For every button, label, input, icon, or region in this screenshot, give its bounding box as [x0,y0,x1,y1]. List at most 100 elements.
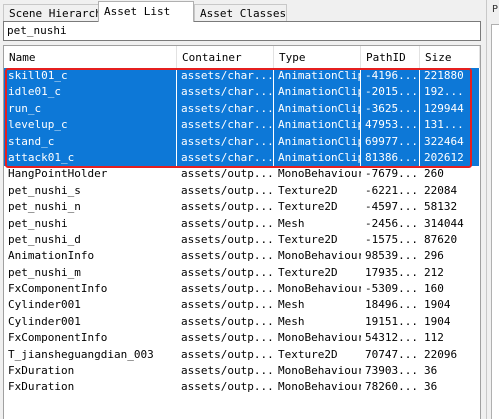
cell-container: assets/outp... [181,380,274,394]
cell-name: FxDuration [8,380,75,394]
cell-container: assets/outp... [181,167,274,181]
cell-container: assets/char... [177,117,274,134]
cell-type: AnimationClip [274,149,361,167]
table-row[interactable]: run_c assets/char... AnimationClip -3625...… [4,100,480,118]
cell-container: assets/char... [177,68,274,85]
table-row[interactable]: FxDuration assets/outp... MonoBehaviour 739… [4,363,480,379]
cell-type: Mesh [278,314,305,328]
table-row[interactable]: FxDuration assets/outp... MonoBehaviour 782… [4,379,480,395]
cell-container: assets/outp... [181,183,274,197]
cell-name: idle01_c [4,84,177,101]
cell-container: assets/outp... [181,314,274,328]
cell-size: 129944 [420,100,480,118]
side-panel-label: P [492,4,499,15]
cell-name: AnimationInfo [8,249,95,263]
cell-name: skill01_c [4,68,177,85]
cell-container: assets/outp... [181,331,274,345]
cell-size: 22096 [424,347,458,361]
table-row[interactable]: skill01_c assets/char... AnimationClip -419… [4,68,480,85]
cell-pathid: -4196... [361,68,420,85]
column-header-type[interactable]: Type [274,46,361,68]
cell-type: Texture2D [278,347,338,361]
cell-type: Texture2D [278,265,338,279]
table-row[interactable]: levelup_c assets/char... AnimationClip 4795… [4,117,480,134]
table-row[interactable]: FxComponentInfo assets/outp... MonoBehavio… [4,330,480,346]
cell-type: Texture2D [278,232,338,246]
cell-pathid: 18496... [365,298,418,312]
cell-pathid: 17935... [365,265,418,279]
table-row[interactable]: AnimationInfo assets/outp... MonoBehaviour… [4,248,480,264]
cell-type: AnimationClip [274,100,361,118]
cell-type: AnimationClip [274,84,361,101]
cell-name: pet_nushi_d [8,232,81,246]
cell-pathid: -2456... [365,216,418,230]
column-header-pathid[interactable]: PathID [361,46,420,68]
cell-container: assets/outp... [181,298,274,312]
cell-name: FxComponentInfo [8,331,108,345]
cell-name: stand_c [4,133,177,150]
tab-scene-hierarchy[interactable]: Scene Hierarchy [3,4,108,22]
cell-name: pet_nushi_s [8,183,81,197]
cell-container: assets/char... [177,149,274,167]
table-row[interactable]: pet_nushi_s assets/outp... Texture2D -6221.… [4,183,480,199]
column-header-size[interactable]: Size [420,46,480,68]
table-row[interactable]: HangPointHolder assets/outp... MonoBehavio… [4,166,480,182]
cell-pathid: 98539... [365,249,418,263]
cell-size: 87620 [424,232,458,246]
cell-type: Texture2D [278,200,338,214]
table-row[interactable]: pet_nushi_m assets/outp... Texture2D 17935.… [4,265,480,281]
cell-size: 36 [424,364,438,378]
cell-name: HangPointHolder [8,167,108,181]
table-row[interactable]: idle01_c assets/char... AnimationClip -2015… [4,84,480,101]
cell-container: assets/outp... [181,265,274,279]
table-row[interactable]: attack01_c assets/char... AnimationClip 813… [4,149,480,167]
cell-type: MonoBehaviour [278,380,361,394]
cell-name: pet_nushi_n [8,200,81,214]
table-row[interactable]: FxComponentInfo assets/outp... MonoBehavio… [4,281,480,297]
table-row[interactable]: pet_nushi assets/outp... Mesh -2456... 31404… [4,216,480,232]
cell-pathid: 78260... [365,380,418,394]
column-header-name[interactable]: Name [4,46,177,68]
search-input[interactable]: pet_nushi [3,21,481,41]
cell-pathid: 69977... [361,133,420,150]
cell-size: 314044 [424,216,464,230]
table-row[interactable]: Cylinder001 assets/outp... Mesh 18496... 190… [4,297,480,313]
cell-type: MonoBehaviour [278,364,361,378]
table-body: skill01_c assets/char... AnimationClip -419… [4,68,480,396]
cell-size: 131... [420,117,480,134]
cell-name: FxComponentInfo [8,282,108,296]
table-row[interactable]: T_jiansheguangdian_003 assets/outp... Text… [4,347,480,363]
cell-size: 260 [424,167,444,181]
cell-name: Cylinder001 [8,298,81,312]
cell-size: 192... [420,84,480,101]
tab-asset-classes[interactable]: Asset Classes [194,4,287,22]
cell-name: T_jiansheguangdian_003 [8,347,154,361]
cell-size: 1904 [424,314,451,328]
table-row[interactable]: Cylinder001 assets/outp... Mesh 19151... 190… [4,314,480,330]
cell-pathid: 70747... [365,347,418,361]
table-header: Name Container Type PathID Size [4,46,480,68]
cell-size: 112 [424,331,444,345]
cell-container: assets/outp... [181,249,274,263]
cell-size: 160 [424,282,444,296]
cell-pathid: -1575... [365,232,418,246]
cell-type: MonoBehaviour [278,331,361,345]
cell-container: assets/char... [177,133,274,150]
cell-type: AnimationClip [274,133,361,150]
tab-asset-list[interactable]: Asset List [98,1,194,22]
table-row[interactable]: pet_nushi_n assets/outp... Texture2D -4597.… [4,199,480,215]
table-row[interactable]: pet_nushi_d assets/outp... Texture2D -1575.… [4,232,480,248]
cell-pathid: 19151... [365,314,418,328]
column-header-container[interactable]: Container [177,46,274,68]
cell-size: 212 [424,265,444,279]
table-row[interactable]: stand_c assets/char... AnimationClip 69977.… [4,133,480,150]
cell-type: MonoBehaviour [278,167,361,181]
cell-pathid: 54312... [365,331,418,345]
cell-name: Cylinder001 [8,314,81,328]
cell-container: assets/outp... [181,282,274,296]
cell-size: 22084 [424,183,458,197]
cell-size: 202612 [420,149,480,167]
cell-type: AnimationClip [274,117,361,134]
cell-pathid: -5309... [365,282,418,296]
cell-container: assets/char... [177,100,274,118]
